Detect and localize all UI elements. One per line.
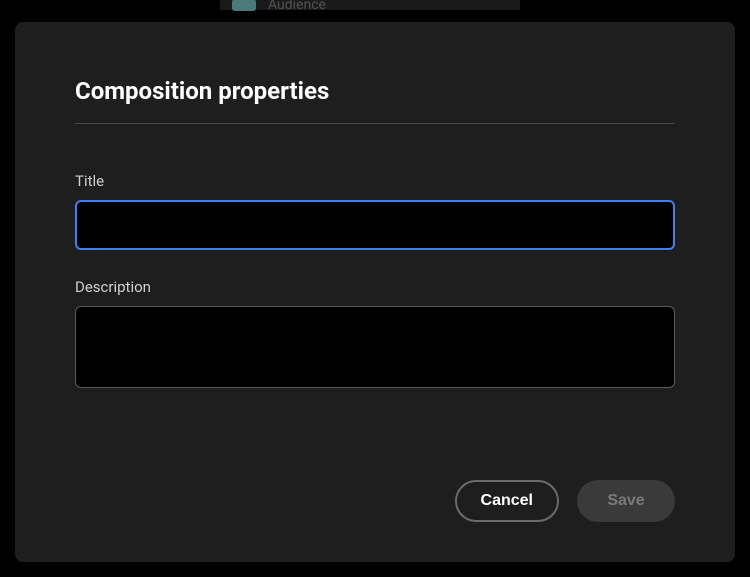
divider (75, 123, 675, 124)
description-label: Description (75, 278, 675, 296)
save-button[interactable]: Save (577, 480, 675, 522)
description-textarea[interactable] (75, 306, 675, 388)
cancel-button[interactable]: Cancel (455, 480, 559, 522)
background-menu-item: Audience (220, 0, 520, 10)
title-input[interactable] (75, 200, 675, 250)
title-label: Title (75, 172, 675, 190)
background-label: Audience (268, 0, 326, 13)
composition-properties-dialog: Composition properties Title Description… (15, 22, 735, 562)
audience-icon (232, 0, 256, 11)
dialog-title: Composition properties (75, 77, 675, 105)
button-row: Cancel Save (75, 460, 675, 522)
